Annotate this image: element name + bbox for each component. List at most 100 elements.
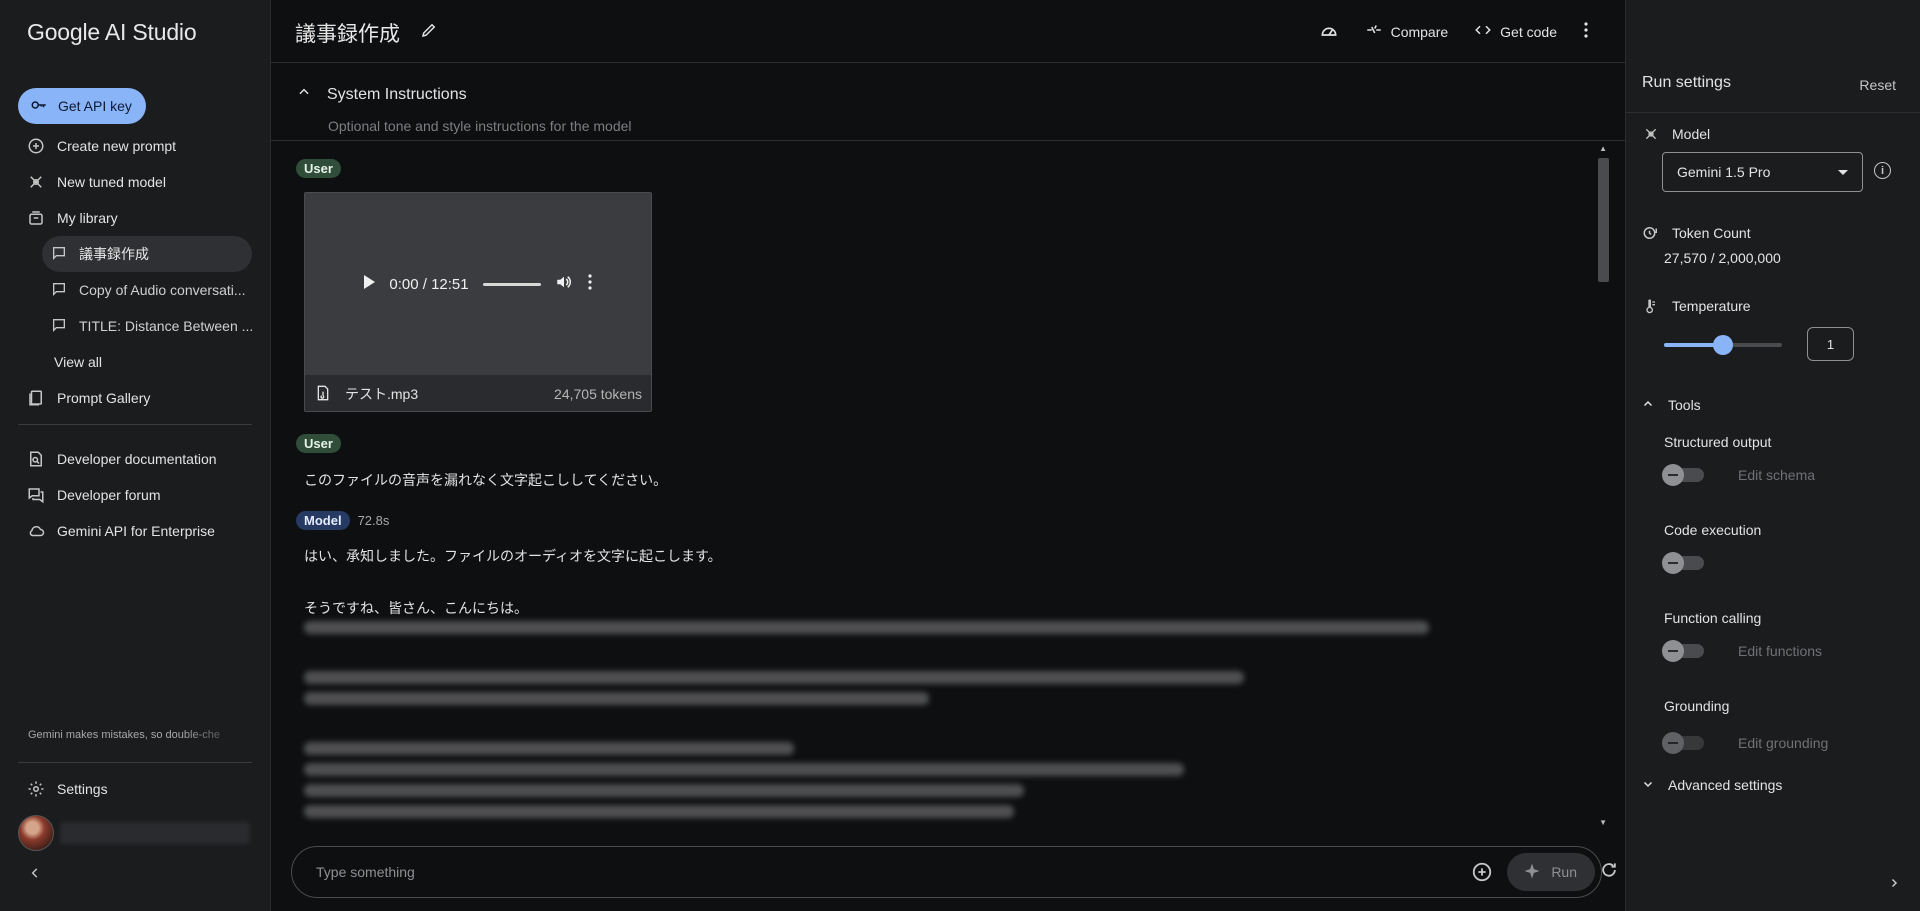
prompt-title: 議事録作成	[295, 18, 438, 48]
reset-button[interactable]: Reset	[1859, 77, 1896, 93]
edit-functions-link[interactable]: Edit functions	[1738, 643, 1822, 659]
system-instructions-title: System Instructions	[327, 85, 467, 103]
nav-settings[interactable]: Settings	[0, 771, 271, 807]
primary-nav: Create new prompt New tuned model My lib…	[0, 128, 271, 416]
system-instructions-placeholder[interactable]: Optional tone and style instructions for…	[328, 118, 632, 134]
nav-label: My library	[57, 210, 118, 226]
audio-filename: テスト.mp3	[345, 386, 419, 402]
chevron-right-icon[interactable]	[1888, 876, 1900, 892]
brand-logo[interactable]: Google AI Studio	[27, 19, 197, 46]
play-icon[interactable]	[363, 275, 376, 293]
library-icon	[27, 209, 45, 227]
model-response-time: 72.8s	[357, 513, 390, 528]
nav-new-tuned-model[interactable]: New tuned model	[0, 164, 271, 200]
run-label: Run	[1551, 864, 1577, 880]
chat-bubble-icon	[51, 245, 67, 264]
grounding-toggle[interactable]	[1662, 732, 1704, 754]
scroll-up-arrow[interactable]: ▲	[1599, 144, 1607, 153]
nav-label: Settings	[57, 781, 108, 797]
redacted-text-line	[304, 784, 1024, 797]
audio-player[interactable]: 0:00 / 12:51	[305, 193, 651, 375]
get-code-button[interactable]: Get code	[1474, 21, 1557, 42]
nav-label: Gemini API for Enterprise	[57, 523, 215, 539]
toggle-knob	[1662, 552, 1684, 574]
tools-label: Tools	[1668, 397, 1701, 413]
nav-my-library[interactable]: My library	[0, 200, 271, 236]
advanced-settings-label: Advanced settings	[1668, 777, 1783, 793]
collapse-sidebar-icon[interactable]	[28, 866, 42, 883]
model-role-label: Model 72.8s	[296, 511, 389, 530]
prompt-composer: Run	[291, 846, 1602, 898]
nav-prompt-gallery[interactable]: Prompt Gallery	[0, 380, 271, 416]
advanced-settings-header[interactable]: Advanced settings	[1642, 777, 1782, 793]
model-section-label: Model	[1642, 125, 1710, 143]
gear-icon	[27, 780, 45, 798]
nav-developer-forum[interactable]: Developer forum	[0, 477, 271, 513]
library-item[interactable]: TITLE: Distance Between ...	[0, 308, 271, 344]
view-all-link[interactable]: View all	[0, 344, 271, 380]
tune-icon	[27, 173, 45, 191]
temperature-slider[interactable]	[1664, 335, 1782, 355]
model-response-line: そうですね、皆さん、こんにちは。	[304, 600, 528, 616]
token-count-label: Token Count	[1672, 225, 1751, 241]
avatar[interactable]	[18, 815, 54, 851]
library-item-active[interactable]: 議事録作成	[42, 236, 252, 272]
nav-gemini-api-enterprise[interactable]: Gemini API for Enterprise	[0, 513, 271, 549]
edit-pencil-icon[interactable]	[420, 21, 438, 45]
audio-file-icon	[315, 384, 331, 405]
thermometer-icon	[1642, 297, 1660, 315]
temperature-slider-knob[interactable]	[1713, 335, 1733, 355]
refresh-icon[interactable]	[1599, 860, 1619, 883]
tool-name: Code execution	[1664, 522, 1762, 538]
chat-bubble-icon	[51, 281, 67, 300]
chat-scrollbar-thumb[interactable]	[1598, 158, 1609, 282]
edit-schema-link[interactable]: Edit schema	[1738, 467, 1815, 483]
audio-attachment: 0:00 / 12:51 テスト.mp3 24,705 tokens	[304, 192, 652, 412]
tools-section-header[interactable]: Tools	[1642, 397, 1701, 413]
token-count-value: 27,570 / 2,000,000	[1664, 250, 1781, 266]
account-name-redacted	[60, 822, 250, 844]
redacted-text-line	[304, 742, 794, 755]
compare-button[interactable]: Compare	[1365, 21, 1448, 42]
chevron-down-icon	[1642, 777, 1654, 793]
cloud-icon	[27, 522, 45, 540]
audio-progress-bar[interactable]	[482, 282, 541, 286]
prompt-input[interactable]	[316, 864, 1472, 880]
edit-grounding-link[interactable]: Edit grounding	[1738, 735, 1828, 751]
token-meter-button[interactable]	[1319, 20, 1339, 43]
run-button[interactable]: Run	[1507, 853, 1595, 891]
nav-create-new-prompt[interactable]: Create new prompt	[0, 128, 271, 164]
get-api-key-label: Get API key	[58, 98, 132, 114]
volume-icon[interactable]	[555, 273, 573, 295]
nav-developer-documentation[interactable]: Developer documentation	[0, 441, 271, 477]
code-execution-toggle[interactable]	[1662, 552, 1704, 574]
library-item[interactable]: Copy of Audio conversati...	[0, 272, 271, 308]
settings-nav: Settings	[0, 771, 271, 807]
get-api-key-button[interactable]: Get API key	[18, 88, 146, 124]
chevron-up-icon	[297, 85, 311, 104]
tool-name: Function calling	[1664, 610, 1762, 626]
model-select[interactable]: Gemini 1.5 Pro	[1662, 152, 1863, 192]
scroll-down-arrow[interactable]: ▼	[1599, 818, 1607, 827]
more-options-button[interactable]	[1583, 21, 1589, 42]
info-icon[interactable]: i	[1874, 162, 1891, 179]
token-icon	[1642, 224, 1660, 242]
chat-bubble-icon	[51, 317, 67, 336]
main-content: 議事録作成 Compare Get code System Instructio…	[271, 0, 1625, 911]
temperature-input[interactable]: 1	[1807, 327, 1854, 361]
system-instructions-header[interactable]: System Instructions	[297, 85, 467, 104]
structured-output-toggle[interactable]	[1662, 464, 1704, 486]
system-instructions-panel[interactable]: System Instructions Optional tone and st…	[271, 63, 1625, 141]
function-calling-toggle[interactable]	[1662, 640, 1704, 662]
top-bar: 議事録作成 Compare Get code	[271, 0, 1625, 63]
get-code-label: Get code	[1500, 23, 1557, 40]
disclaimer-text: Gemini makes mistakes, so double-che	[28, 729, 220, 741]
user-message-text: このファイルの音声を漏れなく文字起こししてください。	[304, 472, 668, 488]
audio-more-icon[interactable]	[587, 274, 593, 294]
sidebar-divider	[18, 424, 252, 425]
redacted-text-line	[304, 621, 1429, 634]
audio-token-count: 24,705 tokens	[554, 386, 642, 402]
toggle-knob	[1662, 640, 1684, 662]
add-media-icon[interactable]	[1471, 861, 1493, 883]
chat-history: User 0:00 / 12:51 テスト.mp3 24,705 tokens …	[271, 142, 1625, 825]
